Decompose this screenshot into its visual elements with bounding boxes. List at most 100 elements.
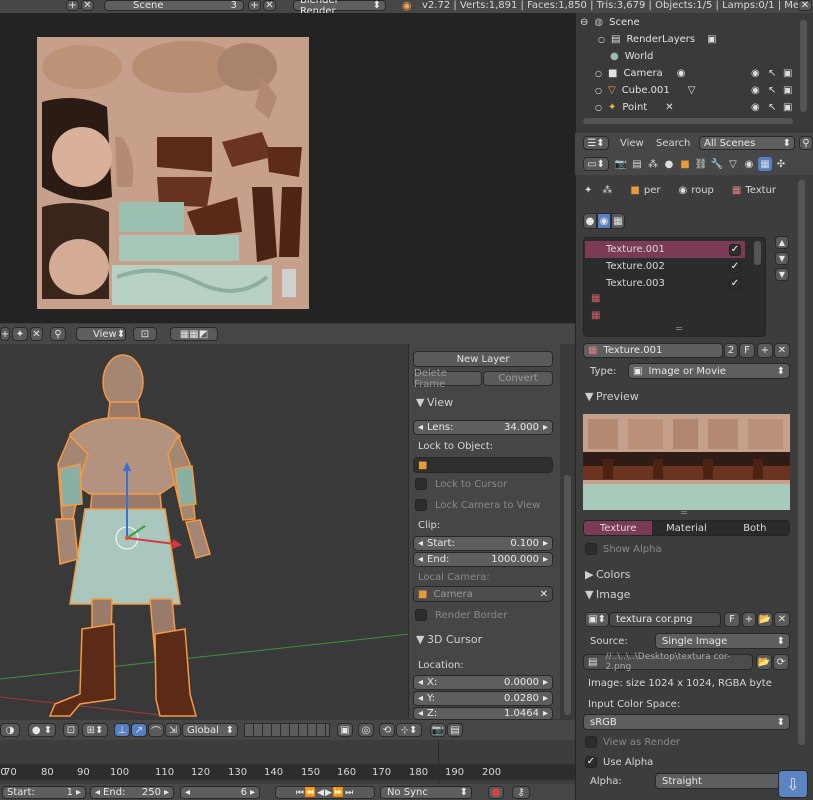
lock-object-field[interactable]: ■ <box>413 457 553 473</box>
cursor-x-field[interactable]: ◂ X: 0.0000 ▸ <box>413 675 553 690</box>
outliner-item-scene[interactable]: ⊖ ◍ Scene <box>580 17 640 28</box>
orientation-select[interactable]: Global ⬍ <box>182 723 238 737</box>
show-alpha-option[interactable]: Show Alpha <box>585 543 662 555</box>
preview-tab-texture[interactable]: Texture <box>584 521 653 535</box>
color-space-select[interactable]: sRGB ⬍ <box>583 714 790 730</box>
view-section-arrow-icon[interactable]: ▼ <box>416 396 424 409</box>
search-icon[interactable]: ⚲ <box>799 136 813 150</box>
image-filepath-field[interactable]: ▤ //..\..\..\Desktop\textura cor-2.png <box>583 652 753 672</box>
new-image-button[interactable]: + <box>742 612 756 627</box>
render-border-option[interactable]: Render Border <box>415 609 507 621</box>
scene-selector[interactable]: Scene 3 <box>104 0 244 11</box>
file-browse-icon[interactable]: 📂 <box>756 654 772 670</box>
unlink-texture-button[interactable]: ✕ <box>774 343 790 358</box>
outliner-item-point[interactable]: ○ ✦ Point ✕ <box>595 102 674 113</box>
use-alpha-checkbox[interactable]: ✓ <box>585 756 597 768</box>
reload-icon[interactable]: ⟳ <box>773 654 789 670</box>
delete-frame-button[interactable]: Delete Frame <box>413 368 482 390</box>
render-icon[interactable]: ▣ <box>783 68 792 79</box>
slot-specials-button[interactable]: ▼ <box>775 268 789 281</box>
preview-tab-both[interactable]: Both <box>721 521 789 535</box>
open-image-icon[interactable]: 📂 <box>757 612 773 627</box>
remove-screen-button[interactable]: ✕ <box>81 0 94 11</box>
texture-slot-3[interactable]: Texture.003 ✓ <box>585 275 745 292</box>
outliner-view-menu[interactable]: View <box>620 138 644 149</box>
texture-slot-1[interactable]: Texture.001 ✓ <box>585 241 745 258</box>
slots-scrollbar[interactable] <box>754 241 761 265</box>
render-layers-tab-icon[interactable]: ▤ <box>630 157 644 171</box>
eye-icon[interactable]: ◉ <box>751 85 760 96</box>
image-fake-user-button[interactable]: F <box>724 612 740 627</box>
view-as-render-option[interactable]: View as Render <box>585 736 680 748</box>
layer-lock-icon[interactable]: ▣ <box>337 723 353 737</box>
end-frame-field[interactable]: ◂ End: 250 ▸ <box>90 786 174 799</box>
playback-controls[interactable]: ⏮⏪◀▶⏩⏭ <box>275 786 375 799</box>
constraints-tab-icon[interactable]: ⛓ <box>694 157 708 171</box>
outliner-item-world[interactable]: ● World <box>610 51 653 62</box>
render-anim-icon[interactable]: ▤ <box>447 723 463 737</box>
unlink-image-button[interactable]: ✕ <box>774 612 790 627</box>
texture-datablock[interactable]: ▦ Texture.001 <box>583 343 723 358</box>
lock-to-cursor-checkbox[interactable] <box>415 478 427 490</box>
local-camera-field[interactable]: ■ Camera ✕ <box>413 586 553 602</box>
cursor-select-icon[interactable]: ↖ <box>768 85 776 96</box>
texture-slot-checkbox[interactable]: ✓ <box>729 243 741 256</box>
rotate-icon[interactable]: ⌒ <box>148 723 164 738</box>
properties-context-tabs[interactable]: 📷 ▤ ⁂ ● ■ ⛓ 🔧 ▽ ◉ ▦ ✣ <box>614 157 788 171</box>
keying-icon[interactable]: ⚷ <box>512 786 530 799</box>
image-datablock[interactable]: textura cor.png <box>609 612 721 627</box>
close-image-button[interactable]: ✕ <box>30 327 43 341</box>
render-tab-icon[interactable]: 📷 <box>614 157 628 171</box>
shading-mode-button[interactable]: ◑ <box>0 723 20 737</box>
show-alpha-checkbox[interactable] <box>585 543 597 555</box>
remove-scene-button[interactable]: ✕ <box>263 0 276 11</box>
image-section-header[interactable]: Image <box>596 588 630 601</box>
manipulator-icon[interactable]: ⊥ <box>114 723 130 737</box>
world-tab-icon[interactable]: ● <box>662 157 676 171</box>
viewport-shading-button[interactable]: ● ⬍ <box>28 723 56 737</box>
preview-tabs[interactable]: Texture Material Both <box>583 520 790 536</box>
object-tab-icon[interactable]: ■ <box>678 157 692 171</box>
lens-field[interactable]: ◂ Lens: 34.000 ▸ <box>413 420 553 435</box>
close-icon[interactable]: ✕ <box>540 589 548 600</box>
pin-icon[interactable]: ✦ <box>584 185 592 196</box>
texture-type-select[interactable]: ▣ Image or Movie ⬍ <box>628 363 790 379</box>
material-texture-icon[interactable]: ◉ <box>597 213 611 229</box>
outliner-display-mode[interactable]: All Scenes ⬍ <box>699 136 795 150</box>
image-section-arrow-icon[interactable]: ▼ <box>585 588 593 601</box>
scale-icon[interactable]: ⇲ <box>165 723 181 737</box>
particles-tab-icon[interactable]: ✣ <box>774 157 788 171</box>
proportional-edit-icon[interactable]: ◎ <box>358 723 374 737</box>
start-frame-field[interactable]: Start: 1 ▸ <box>2 786 86 799</box>
view-as-render-checkbox[interactable] <box>585 736 597 748</box>
pin-icon[interactable]: ✦ <box>12 327 28 341</box>
snap-toggle-icon[interactable]: ⟲ <box>379 723 395 737</box>
current-frame-field[interactable]: ◂ 6 ▸ <box>180 786 260 799</box>
close-icon[interactable]: ✕ <box>798 0 812 11</box>
layer-buttons[interactable] <box>244 723 330 737</box>
texture-slot-checkbox[interactable]: ✓ <box>729 277 741 290</box>
record-icon[interactable]: ● <box>488 786 504 799</box>
outliner-item-camera[interactable]: ○ ■ Camera ◉ <box>595 68 685 79</box>
clip-end-field[interactable]: ◂ End: 1000.000 ▸ <box>413 552 553 567</box>
outliner-hscroll[interactable] <box>583 118 793 124</box>
add-icon[interactable]: + <box>0 327 10 341</box>
eye-icon[interactable]: ◉ <box>751 102 760 113</box>
cursor-y-field[interactable]: ◂ Y: 0.0280 ▸ <box>413 691 553 706</box>
display-channels-icon[interactable]: ▦▦◩ <box>170 327 218 341</box>
outliner-item-cube[interactable]: ○ ▽ Cube.001 ▽ <box>595 85 695 96</box>
render-icon[interactable]: ▣ <box>783 85 792 96</box>
other-texture-icon[interactable]: ▦ <box>611 213 625 229</box>
colors-section-arrow-icon[interactable]: ▶ <box>585 568 593 581</box>
image-browse-button[interactable]: ▣⬍ <box>585 612 609 627</box>
lock-camera-checkbox[interactable] <box>415 499 427 511</box>
move-slot-up-button[interactable]: ▲ <box>775 236 789 249</box>
lock-camera-option[interactable]: Lock Camera to View <box>415 499 540 511</box>
cursor-section-arrow-icon[interactable]: ▼ <box>416 633 424 646</box>
outliner-scrollbar[interactable] <box>800 20 807 112</box>
sync-select[interactable]: No Sync ⬍ <box>380 786 472 799</box>
texture-context-toggles[interactable]: ● ◉ ▦ <box>583 213 625 229</box>
view-section-header[interactable]: View <box>427 396 453 409</box>
empty-texture-slot-icon[interactable]: ▦ <box>591 310 600 321</box>
render-engine-select[interactable]: Blender Render ⬍ <box>293 0 386 17</box>
